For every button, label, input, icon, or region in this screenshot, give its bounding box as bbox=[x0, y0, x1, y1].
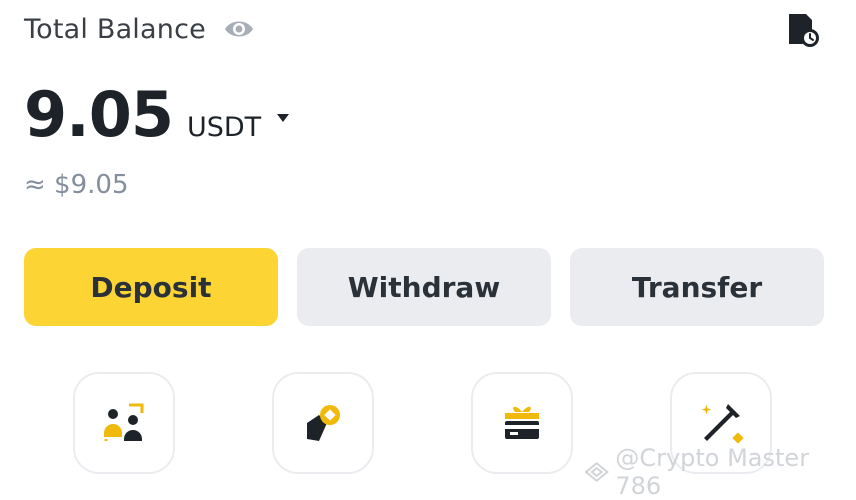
currency-selector[interactable]: USDT bbox=[187, 112, 261, 143]
balance-amount: 9.05 bbox=[24, 78, 174, 151]
p2p-users-icon bbox=[104, 403, 144, 441]
withdraw-button[interactable]: Withdraw bbox=[297, 248, 551, 326]
balance-title: Total Balance bbox=[24, 13, 206, 45]
mining-pickaxe-icon bbox=[701, 404, 744, 444]
p2p-shortcut-button[interactable] bbox=[73, 372, 175, 474]
watermark-text: @Crypto Master 786 bbox=[615, 444, 810, 500]
pay-shortcut-button[interactable] bbox=[272, 372, 374, 474]
transfer-button[interactable]: Transfer bbox=[570, 248, 824, 326]
gift-card-icon bbox=[505, 406, 539, 439]
balance-header: Total Balance bbox=[24, 12, 256, 46]
watermark: @Crypto Master 786 bbox=[584, 444, 856, 500]
balance-amount-row: 9.05 USDT bbox=[24, 78, 291, 151]
deposit-button[interactable]: Deposit bbox=[24, 248, 278, 326]
chevron-down-icon[interactable] bbox=[275, 109, 291, 122]
fiat-equivalent: ≈ $9.05 bbox=[24, 170, 129, 200]
diamond-logo-icon bbox=[584, 461, 609, 483]
pay-hand-coin-icon bbox=[307, 405, 340, 441]
history-clock-icon[interactable] bbox=[786, 12, 820, 48]
eye-icon[interactable] bbox=[222, 12, 256, 46]
gift-card-shortcut-button[interactable] bbox=[471, 372, 573, 474]
